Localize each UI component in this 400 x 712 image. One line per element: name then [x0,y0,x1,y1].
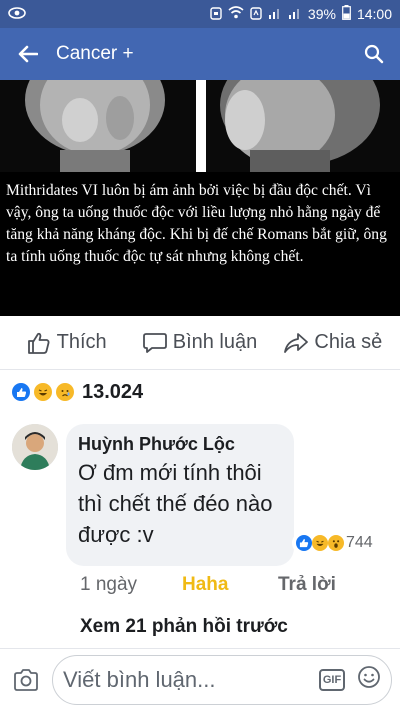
alarm-icon [210,6,222,23]
haha-reaction-icon [312,535,328,551]
app-notification-icon [8,6,26,23]
like-reaction-icon [296,535,312,551]
view-previous-replies-link[interactable]: Xem 21 phản hồi trước [80,616,288,638]
comment-bubble[interactable]: Huỳnh Phước Lộc Ơ đm mới tính thôi thì c… [66,424,294,566]
wifi-icon [228,6,244,22]
camera-icon [14,669,38,691]
thumbs-up-icon [27,332,50,354]
post-image[interactable]: Mithridates VI luôn bị ám ảnh bởi việc b… [0,80,400,316]
comment-reactions[interactable]: 744 [292,532,377,554]
statue-heads-picture [0,80,400,172]
arrow-left-icon [18,45,38,63]
status-bar: 39% 14:00 [0,0,400,28]
battery-percent: 39% [307,6,336,22]
comment-bubble-icon [142,332,167,353]
reaction-count: 13.024 [82,380,144,403]
clock: 14:00 [356,6,392,22]
sad-reaction-icon [56,383,74,401]
search-icon [364,44,384,64]
wow-reaction-icon [328,535,344,551]
comment-reaction-count: 744 [346,534,373,551]
reply-button[interactable]: Trả lời [278,574,336,596]
image-caption-text: Mithridates VI luôn bị ám ảnh bởi việc b… [6,182,387,265]
comment-label: Bình luận [172,331,258,353]
emoji-button[interactable] [357,665,381,695]
gif-button[interactable]: GIF [319,669,345,691]
avatar[interactable] [12,424,58,470]
page-title: Cancer + [56,43,134,64]
comment-input-placeholder: Viết bình luận... [63,667,216,692]
share-arrow-icon [284,332,309,353]
signal-1-icon [268,6,282,22]
comment-input[interactable]: Viết bình luận... GIF [52,655,392,705]
comment-author[interactable]: Huỳnh Phước Lộc [78,434,282,455]
data-icon [250,6,262,23]
comment-text: Ơ đm mới tính thôi thì chết thế đéo nào … [78,460,273,547]
share-label: Chia sẻ [314,331,383,353]
smiley-icon [358,666,380,688]
comment-time: 1 ngày [80,574,138,595]
comment-button[interactable]: Bình luận [133,331,266,354]
like-label: Thích [56,331,107,353]
haha-react-button[interactable]: Haha [182,574,278,596]
camera-button[interactable] [0,649,52,712]
share-button[interactable]: Chia sẻ [267,331,400,354]
back-button[interactable] [0,28,56,80]
like-reaction-icon [12,383,30,401]
post-action-bar: Thích Bình luận Chia sẻ [0,316,400,370]
haha-reaction-icon [34,383,52,401]
battery-icon [342,5,351,23]
like-button[interactable]: Thích [0,331,133,354]
comment-meta: 1 ngày Haha Trả lời [80,574,336,596]
reactions-summary[interactable]: 13.024 [12,378,143,406]
app-bar: Cancer + [0,28,400,80]
comment-composer: Viết bình luận... GIF [0,648,400,711]
signal-2-icon [288,6,302,22]
search-button[interactable] [348,28,400,80]
